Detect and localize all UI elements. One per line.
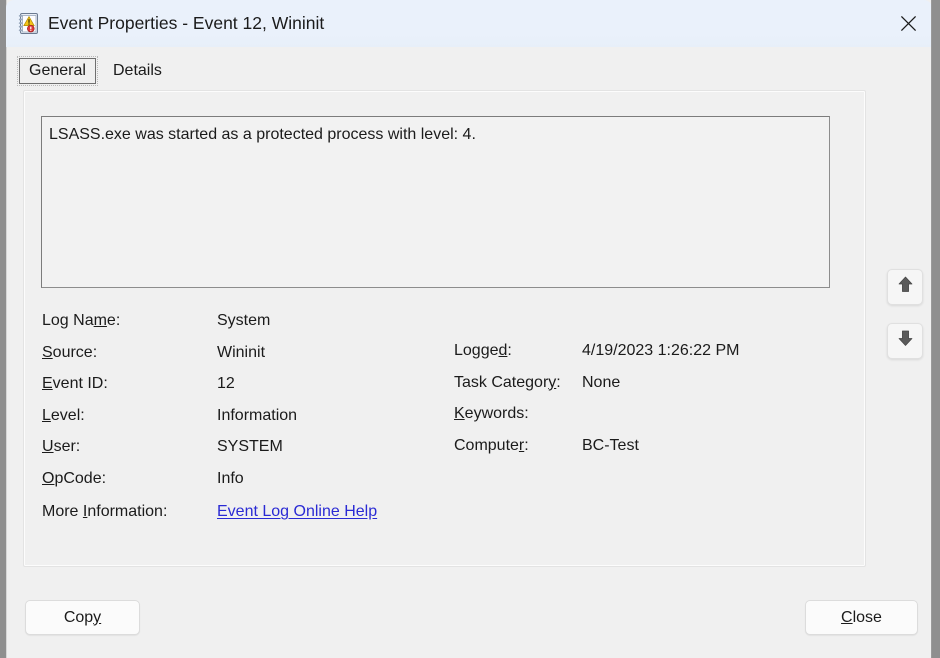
tab-strip: General Details [6,47,931,92]
field-user-label: User: [42,438,81,455]
field-computer-value: BC-Test [582,436,639,454]
field-source-value: Wininit [217,343,266,361]
field-log-name: Log Name: System [42,310,442,342]
field-task-category-label: Task Category: [454,373,561,391]
previous-event-button[interactable] [887,269,923,305]
field-task-category-value: None [582,373,621,391]
event-message-box[interactable]: LSASS.exe was started as a protected pro… [41,116,830,288]
copy-button[interactable]: Copy [25,600,140,635]
field-level: Level: Information [42,405,442,437]
field-log-name-value: System [217,312,271,329]
event-fields: Log Name: System Source: Wininit Event I… [42,310,848,540]
tab-details-label: Details [113,62,162,79]
field-source-label: Source: [42,343,98,361]
field-opcode-value: Info [217,469,244,487]
field-logged-value: 4/19/2023 1:26:22 PM [582,342,740,359]
field-computer: Computer: BC-Test [454,435,844,467]
field-computer-label: Computer: [454,436,529,454]
close-button[interactable]: Close [805,600,918,635]
field-event-id: Event ID: 12 [42,373,442,405]
field-level-label: Level: [42,406,85,424]
field-user-value: SYSTEM [217,438,283,455]
field-log-name-label: Log Name: [42,312,121,329]
title-bar: Event Properties - Event 12, Wininit [6,0,931,47]
next-event-button[interactable] [887,323,923,359]
event-log-online-help-link[interactable]: Event Log Online Help [217,501,377,523]
close-icon[interactable] [884,0,931,47]
field-keywords: Keywords: [454,403,844,435]
field-opcode-label: OpCode: [42,469,107,487]
field-source: Source: Wininit [42,342,442,374]
field-user: User: SYSTEM [42,436,442,468]
field-logged: Logged: 4/19/2023 1:26:22 PM [454,340,844,372]
field-opcode: OpCode: Info [42,468,442,500]
field-task-category: Task Category: None [454,372,844,404]
tab-general[interactable]: General [17,56,98,86]
field-level-value: Information [217,406,298,424]
event-log-icon [18,12,40,35]
fields-right-column: Logged: 4/19/2023 1:26:22 PM Task Catego… [454,340,844,466]
arrow-down-icon [896,329,915,353]
field-more-information: More Information: Event Log Online Help [42,501,442,529]
tab-general-label: General [29,62,86,79]
arrow-up-icon [896,275,915,299]
tab-details[interactable]: Details [103,58,172,84]
fields-left-column: Log Name: System Source: Wininit Event I… [42,310,442,520]
window-title: Event Properties - Event 12, Wininit [48,13,325,33]
general-panel: LSASS.exe was started as a protected pro… [23,90,866,567]
field-logged-label: Logged: [454,342,512,359]
field-keywords-label: Keywords: [454,405,529,422]
event-properties-dialog: Event Properties - Event 12, Wininit Gen… [6,0,932,658]
field-more-information-label: More Information: [42,503,168,520]
field-event-id-value: 12 [217,375,235,392]
copy-button-label: Copy [63,608,102,626]
close-button-label: Close [841,608,882,626]
event-message-text: LSASS.exe was started as a protected pro… [49,126,476,143]
field-event-id-label: Event ID: [42,375,108,392]
